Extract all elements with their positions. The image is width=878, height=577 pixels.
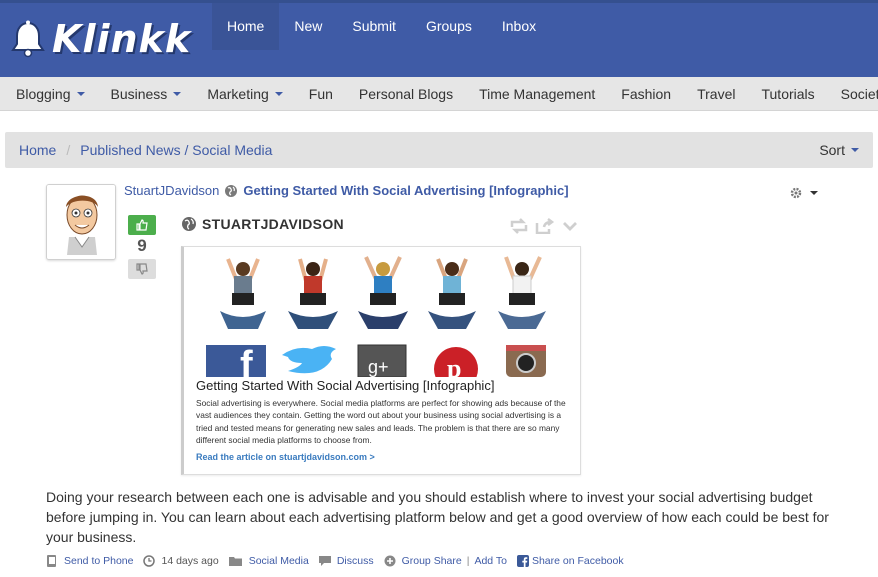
folder-icon [228, 557, 242, 566]
author-avatar[interactable] [46, 184, 116, 260]
group-share-label: Group Share [401, 555, 462, 567]
time-ago-label: 14 days ago [161, 555, 219, 567]
group-share-link[interactable]: Group Share [384, 555, 462, 567]
discuss-link[interactable]: Discuss [318, 555, 374, 567]
thumbs-down-icon [136, 263, 148, 275]
category-society[interactable]: Society [841, 86, 878, 102]
sort-dropdown[interactable]: Sort [819, 132, 859, 168]
category-link-label: Social Media [248, 555, 309, 567]
infographic-image: f g+ p [196, 249, 556, 377]
category-travel[interactable]: Travel [697, 86, 735, 102]
category-label: Business [110, 85, 168, 102]
read-article-link[interactable]: Read the article on stuartjdavidson.com … [196, 452, 375, 462]
caret-down-icon [173, 91, 182, 96]
breadcrumb-current[interactable]: Published News / Social Media [80, 142, 272, 158]
thumbs-up-icon [136, 219, 148, 231]
vote-up-button[interactable] [128, 215, 156, 235]
svg-text:f: f [240, 344, 253, 377]
category-bar: Blogging Business Marketing Fun Personal… [0, 77, 878, 111]
category-fashion[interactable]: Fashion [621, 86, 671, 102]
sort-label: Sort [819, 142, 845, 158]
post-body: Doing your research between each one is … [46, 489, 829, 545]
time-ago: 14 days ago [143, 555, 219, 567]
comment-icon [318, 556, 331, 566]
category-business[interactable]: Business [111, 86, 182, 102]
category-tutorials[interactable]: Tutorials [761, 86, 814, 102]
category-marketing[interactable]: Marketing [207, 85, 283, 102]
send-to-phone-label: Send to Phone [64, 555, 134, 567]
clock-icon [143, 555, 156, 567]
share-facebook-label: Share on Facebook [531, 555, 624, 567]
send-to-phone-link[interactable]: Send to Phone [46, 555, 133, 567]
category-personal-blogs[interactable]: Personal Blogs [359, 86, 453, 102]
post-header: StuartJDavidson Getting Started With Soc… [124, 183, 569, 198]
footer-divider: | [466, 555, 470, 567]
gear-icon [790, 187, 802, 199]
breadcrumb-home[interactable]: Home [19, 142, 56, 158]
caret-down-icon [274, 91, 283, 96]
top-nav: Home New Submit Groups Inbox [212, 3, 551, 50]
category-blogging[interactable]: Blogging [16, 86, 85, 102]
vote-count: 9 [137, 236, 147, 255]
nav-submit[interactable]: Submit [337, 3, 411, 50]
card-title[interactable]: Getting Started With Social Advertising … [196, 378, 494, 393]
category-label: Blogging [16, 85, 71, 102]
site-logo-text: Klinkk [52, 17, 192, 61]
top-navbar: Klinkk Home New Submit Groups Inbox [0, 0, 878, 77]
globe-icon [182, 217, 196, 231]
chevron-down-icon[interactable] [561, 218, 579, 234]
category-link[interactable]: Social Media [228, 555, 309, 567]
link-preview-card[interactable]: f g+ p Getting Started With Social Adver… [181, 246, 581, 475]
nav-home[interactable]: Home [212, 3, 280, 50]
caret-down-icon [810, 191, 818, 195]
nav-new[interactable]: New [279, 3, 337, 50]
post-actions [509, 218, 579, 234]
svg-text:g+: g+ [368, 357, 389, 377]
share-icon[interactable] [535, 218, 555, 234]
phone-icon [47, 555, 56, 567]
svg-text:p: p [447, 354, 461, 377]
globe-icon [225, 184, 238, 197]
post-author-link[interactable]: StuartJDavidson [124, 183, 219, 198]
category-time-management[interactable]: Time Management [479, 86, 595, 102]
vote-down-button[interactable] [128, 259, 156, 279]
repost-icon[interactable] [509, 218, 529, 234]
card-description: Social advertising is everywhere. Social… [196, 398, 566, 445]
post-footer: Send to Phone 14 days ago Social Media D… [46, 555, 634, 567]
bell-icon [11, 20, 45, 58]
nav-inbox[interactable]: Inbox [487, 3, 551, 50]
post-source-name[interactable]: STUARTJDAVIDSON [202, 216, 344, 232]
post-title-link[interactable]: Getting Started With Social Advertising … [243, 183, 568, 198]
site-logo[interactable]: Klinkk [8, 17, 191, 61]
breadcrumb: Home / Published News / Social Media Sor… [5, 132, 873, 168]
facebook-icon [516, 555, 529, 567]
plus-circle-icon [384, 555, 396, 567]
nav-groups[interactable]: Groups [411, 3, 487, 50]
discuss-label: Discuss [336, 555, 374, 567]
category-fun[interactable]: Fun [309, 86, 333, 102]
caret-down-icon [851, 148, 859, 152]
post-options-menu[interactable] [790, 187, 818, 199]
post-source: STUARTJDAVIDSON [181, 216, 344, 232]
share-facebook-link[interactable]: Share on Facebook [516, 555, 624, 567]
avatar-caricature [47, 185, 115, 259]
caret-down-icon [76, 91, 85, 96]
breadcrumb-separator: / [66, 142, 71, 158]
add-to-link[interactable]: Add To [474, 555, 507, 567]
add-to-label: Add To [474, 555, 507, 567]
category-label: Marketing [207, 85, 269, 102]
